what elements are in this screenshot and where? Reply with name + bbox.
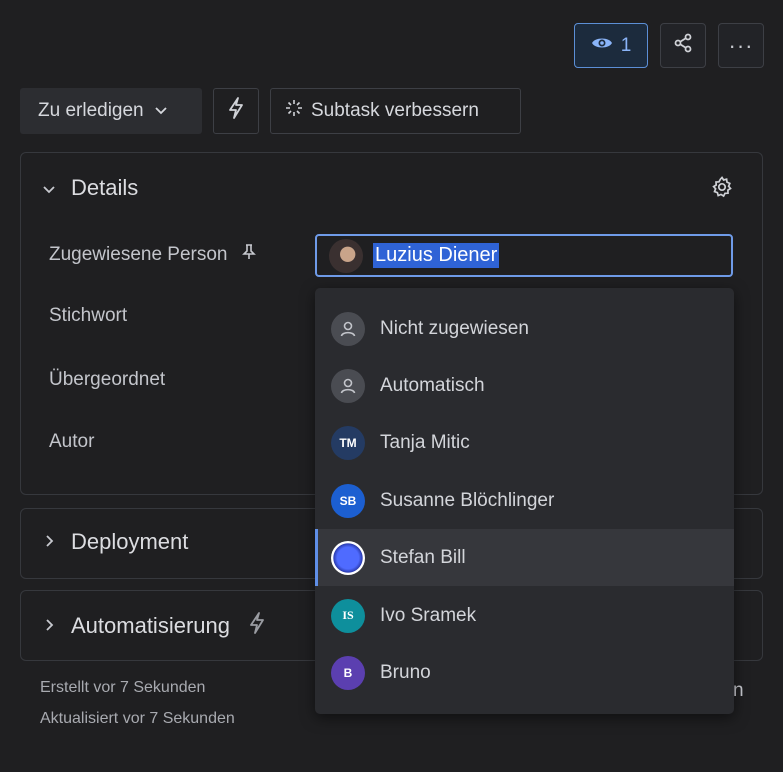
deployment-title: Deployment bbox=[71, 529, 189, 554]
status-label: Zu erledigen bbox=[38, 100, 144, 121]
avatar: SB bbox=[331, 483, 365, 518]
author-label: Autor bbox=[49, 431, 95, 452]
gear-icon[interactable] bbox=[710, 175, 734, 204]
dropdown-option[interactable]: Automatisch bbox=[315, 357, 734, 414]
details-title: Details bbox=[71, 175, 139, 200]
created-timestamp: Erstellt vor 7 Sekunden bbox=[40, 679, 206, 696]
lightning-icon bbox=[248, 611, 266, 641]
more-icon: ··· bbox=[728, 32, 754, 58]
assignee-dropdown: Nicht zugewiesen Automatisch TM Tanja Mi… bbox=[315, 288, 734, 714]
lightning-icon bbox=[227, 96, 245, 126]
user-icon bbox=[331, 368, 365, 403]
avatar bbox=[329, 238, 363, 273]
option-label: Automatisch bbox=[380, 374, 485, 396]
avatar: IS bbox=[331, 598, 365, 633]
dropdown-option[interactable]: SB Susanne Blöchlinger bbox=[315, 472, 734, 529]
more-button[interactable]: ··· bbox=[718, 23, 764, 68]
assignee-value: Luzius Diener bbox=[373, 243, 500, 268]
pin-icon[interactable] bbox=[241, 243, 256, 267]
chevron-down-icon bbox=[154, 100, 168, 122]
sparkle-icon bbox=[285, 99, 303, 123]
eye-icon bbox=[591, 35, 613, 57]
watch-count: 1 bbox=[620, 34, 632, 56]
option-label: Susanne Blöchlinger bbox=[380, 489, 555, 511]
avatar: B bbox=[331, 655, 365, 690]
share-button[interactable] bbox=[660, 23, 706, 68]
parent-label: Übergeordnet bbox=[49, 369, 166, 390]
user-icon bbox=[331, 311, 365, 346]
status-dropdown[interactable]: Zu erledigen bbox=[20, 88, 202, 134]
automation-header[interactable]: Automatisierung bbox=[41, 611, 266, 641]
option-label: Ivo Sramek bbox=[380, 604, 477, 626]
option-label: Stefan Bill bbox=[380, 546, 466, 568]
chevron-right-icon bbox=[41, 613, 57, 639]
assignee-input[interactable]: Luzius Diener bbox=[315, 234, 733, 277]
watch-button[interactable]: 1 bbox=[574, 23, 648, 68]
improve-subtask-button[interactable]: Subtask verbessern bbox=[270, 88, 521, 134]
chevron-down-icon bbox=[41, 175, 57, 201]
assignee-label: Zugewiesene Person bbox=[49, 243, 256, 267]
improve-label: Subtask verbessern bbox=[311, 100, 479, 121]
chevron-right-icon bbox=[41, 529, 57, 555]
option-label: Nicht zugewiesen bbox=[380, 317, 529, 339]
details-header[interactable]: Details bbox=[41, 175, 138, 201]
option-label: Tanja Mitic bbox=[380, 431, 470, 453]
automation-button[interactable] bbox=[213, 88, 259, 134]
dropdown-option[interactable]: TM Tanja Mitic bbox=[315, 414, 734, 471]
automation-title: Automatisierung bbox=[71, 613, 230, 638]
option-label: Bruno bbox=[380, 661, 431, 683]
assignee-label-text: Zugewiesene Person bbox=[49, 244, 228, 265]
deployment-header[interactable]: Deployment bbox=[41, 529, 188, 555]
truncated-link[interactable]: n bbox=[733, 680, 744, 702]
avatar bbox=[331, 540, 365, 575]
dropdown-option[interactable]: IS Ivo Sramek bbox=[315, 587, 734, 644]
keyword-label: Stichwort bbox=[49, 305, 128, 326]
dropdown-option[interactable]: B Bruno bbox=[315, 644, 734, 701]
updated-timestamp: Aktualisiert vor 7 Sekunden bbox=[40, 710, 235, 727]
dropdown-option-highlighted[interactable]: Stefan Bill bbox=[315, 529, 734, 586]
share-icon bbox=[673, 33, 693, 58]
dropdown-option[interactable]: Nicht zugewiesen bbox=[315, 300, 734, 357]
avatar: TM bbox=[331, 425, 365, 460]
